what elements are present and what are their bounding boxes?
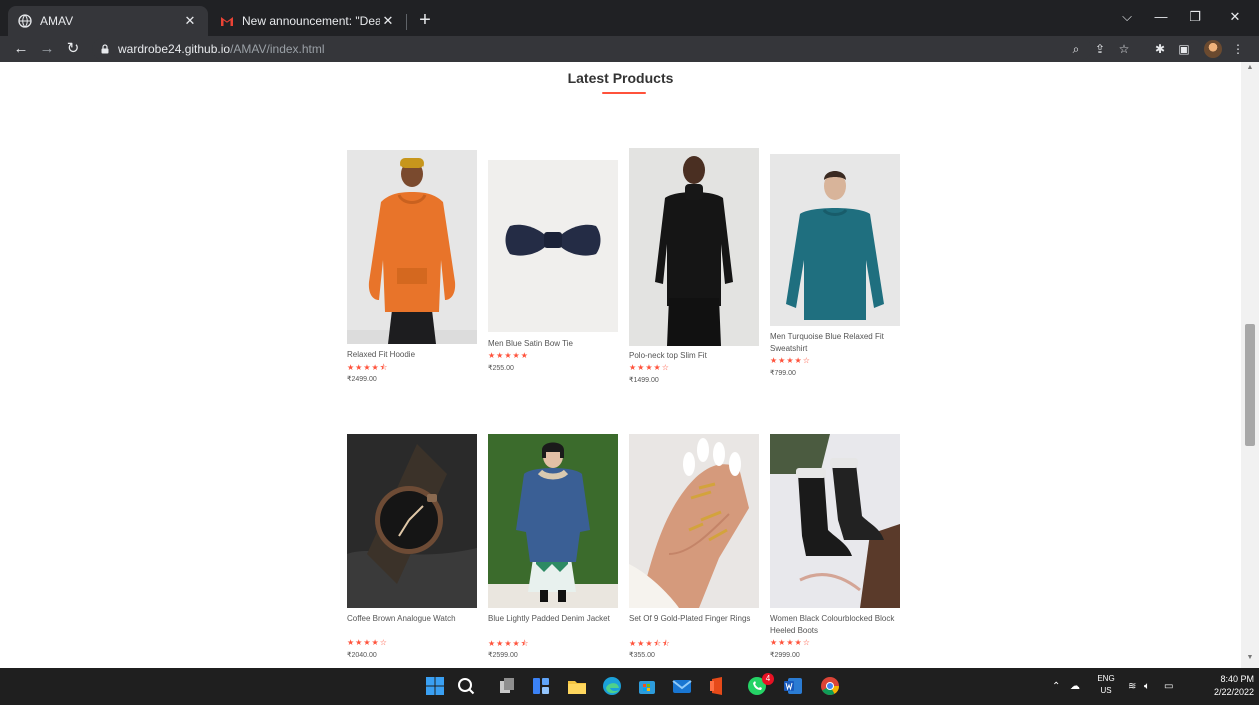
product-name[interactable]: Coffee Brown Analogue Watch xyxy=(347,613,479,625)
product-name[interactable]: Men Turquoise Blue Relaxed Fit Sweatshir… xyxy=(770,331,902,355)
battery-icon[interactable]: ▭ xyxy=(1164,668,1173,705)
rating-stars: ★★★⯪⯪ xyxy=(629,639,671,648)
globe-icon xyxy=(18,14,32,28)
extensions-icon[interactable]: ✱ xyxy=(1150,39,1170,59)
product-name[interactable]: Polo-neck top Slim Fit xyxy=(629,350,761,362)
whatsapp-notification-badge: 4 xyxy=(762,673,774,685)
product-price: ₹2499.00 xyxy=(347,376,377,383)
product-image-bow-tie[interactable] xyxy=(488,160,618,332)
tab-title: AMAV xyxy=(40,14,74,28)
mail-icon[interactable] xyxy=(671,675,693,697)
tab-gmail[interactable]: New announcement: "Dear stude ✕ xyxy=(210,6,406,36)
scroll-down-arrow-icon[interactable]: ▼ xyxy=(1241,654,1259,666)
weather-icon[interactable]: ☁ xyxy=(1070,668,1080,705)
system-clock[interactable]: 8:40 PM 2/22/2022 xyxy=(1194,673,1254,699)
share-icon[interactable]: ⇪ xyxy=(1090,39,1110,59)
product-price: ₹2999.00 xyxy=(770,652,800,659)
product-price: ₹2599.00 xyxy=(488,652,518,659)
volume-icon[interactable]: 🔈︎ xyxy=(1144,668,1150,705)
title-underline xyxy=(602,92,646,94)
close-tab-icon[interactable]: ✕ xyxy=(380,13,396,29)
address-bar[interactable]: wardrobe24.github.io/AMAV/index.html xyxy=(92,38,1092,60)
browser-toolbar: ← → ↻ wardrobe24.github.io/AMAV/index.ht… xyxy=(0,36,1259,62)
tab-separator xyxy=(406,14,407,30)
vertical-scrollbar[interactable]: ▲ ▼ xyxy=(1241,62,1259,668)
product-price: ₹255.00 xyxy=(488,365,514,372)
back-icon[interactable]: ← xyxy=(10,38,32,60)
page-viewport: Latest Products Relaxed Fit Hoodie ★★★★⯪… xyxy=(0,62,1259,668)
close-window-icon[interactable]: ✕ xyxy=(1220,6,1250,28)
product-image-boots[interactable] xyxy=(770,434,900,608)
gmail-icon xyxy=(221,17,233,26)
section-title: Latest Products xyxy=(567,70,674,86)
zoom-icon[interactable]: ⌕ xyxy=(1066,39,1086,59)
restore-icon[interactable]: ❐ xyxy=(1180,6,1210,28)
new-tab-button[interactable]: + xyxy=(412,8,438,34)
office-icon[interactable] xyxy=(706,675,728,697)
product-image-watch[interactable] xyxy=(347,434,477,608)
product-price: ₹355.00 xyxy=(629,652,655,659)
product-image-hoodie[interactable] xyxy=(347,150,477,344)
scroll-up-arrow-icon[interactable]: ▲ xyxy=(1241,64,1259,76)
rating-stars: ★★★★⯪ xyxy=(347,363,389,372)
scrollbar-thumb[interactable] xyxy=(1245,324,1255,446)
rating-stars: ★★★★☆ xyxy=(770,638,811,647)
product-name[interactable]: Relaxed Fit Hoodie xyxy=(347,349,479,361)
product-image-polo-neck[interactable] xyxy=(629,148,759,346)
url-path: /AMAV/index.html xyxy=(230,42,325,56)
rating-stars: ★★★★☆ xyxy=(770,356,811,365)
word-icon[interactable] xyxy=(782,675,804,697)
close-tab-icon[interactable]: ✕ xyxy=(182,13,198,29)
clock-time: 8:40 PM xyxy=(1220,674,1254,684)
product-name[interactable]: Women Black Colourblocked Block Heeled B… xyxy=(770,613,902,637)
product-price: ₹2040.00 xyxy=(347,652,377,659)
store-icon[interactable] xyxy=(636,675,658,697)
start-windows-icon[interactable] xyxy=(424,675,446,697)
bookmark-star-icon[interactable]: ☆ xyxy=(1114,39,1134,59)
product-price: ₹1499.00 xyxy=(629,377,659,384)
chrome-icon[interactable] xyxy=(819,675,841,697)
rating-stars: ★★★★⯪ xyxy=(488,639,530,648)
tab-amav[interactable]: AMAV ✕ xyxy=(8,6,208,36)
product-image-denim-jacket[interactable] xyxy=(488,434,618,608)
widgets-icon[interactable] xyxy=(530,675,552,697)
forward-icon[interactable]: → xyxy=(36,38,58,60)
language-code: ENG xyxy=(1097,674,1115,683)
product-image-sweatshirt[interactable] xyxy=(770,154,900,326)
product-name[interactable]: Blue Lightly Padded Denim Jacket xyxy=(488,613,620,625)
language-indicator[interactable]: ENG US xyxy=(1096,673,1116,697)
rating-stars: ★★★★☆ xyxy=(347,638,388,647)
clock-date: 2/22/2022 xyxy=(1213,687,1254,697)
minimize-icon[interactable]: — xyxy=(1146,6,1176,28)
url-host: wardrobe24.github.io xyxy=(118,42,231,56)
menu-kebab-icon[interactable]: ⋮ xyxy=(1228,39,1248,59)
edge-icon[interactable] xyxy=(601,675,623,697)
rating-stars: ★★★★☆ xyxy=(629,363,670,372)
tab-title: New announcement: "Dear stude xyxy=(242,14,380,28)
profile-avatar[interactable] xyxy=(1204,40,1222,58)
task-view-icon[interactable] xyxy=(496,675,518,697)
wifi-icon[interactable]: ≋ xyxy=(1128,668,1136,705)
file-explorer-icon[interactable] xyxy=(566,675,588,697)
search-icon[interactable] xyxy=(455,675,477,697)
rating-stars: ★★★★★ xyxy=(488,351,529,360)
taskbar: 4 ⌃ ☁ ENG US ≋ 🔈︎ ▭ 8:40 PM 2/22/2022 xyxy=(0,668,1259,705)
product-name[interactable]: Set Of 9 Gold-Plated Finger Rings xyxy=(629,613,761,625)
product-image-rings[interactable] xyxy=(629,434,759,608)
reload-icon[interactable]: ↻ xyxy=(62,38,84,60)
product-name[interactable]: Men Blue Satin Bow Tie xyxy=(488,338,620,350)
browser-tab-strip: AMAV ✕ New announcement: "Dear stude ✕ +… xyxy=(0,0,1259,36)
tab-search-icon[interactable]: ⌵ xyxy=(1112,6,1142,28)
lock-icon xyxy=(101,44,109,54)
product-price: ₹799.00 xyxy=(770,370,796,377)
show-hidden-icons-icon[interactable]: ⌃ xyxy=(1052,668,1060,705)
side-panel-icon[interactable]: ▣ xyxy=(1174,39,1194,59)
region-code: US xyxy=(1100,686,1112,695)
